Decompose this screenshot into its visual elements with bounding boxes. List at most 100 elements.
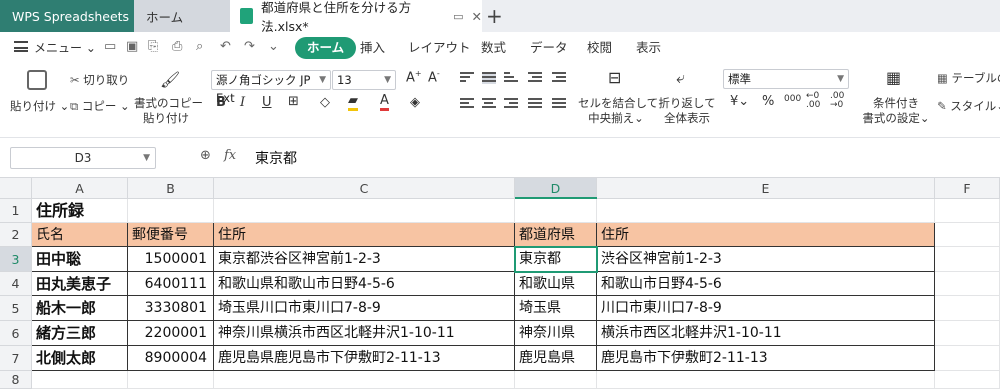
- table-cell[interactable]: 鹿児島県鹿児島市下伊敷町2-11-13: [214, 346, 515, 371]
- column-header-a[interactable]: A: [32, 178, 128, 199]
- copy-button[interactable]: ⧉ コピー ⌄: [70, 98, 130, 114]
- conditional-format-icon[interactable]: ▦: [886, 68, 901, 87]
- menu-button[interactable]: メニュー ⌄: [34, 39, 96, 56]
- tab-formulas[interactable]: 数式: [481, 37, 506, 59]
- italic-button[interactable]: I: [240, 95, 245, 110]
- paste-button[interactable]: 貼り付け ⌄: [10, 98, 69, 114]
- header-cell[interactable]: 都道府県: [515, 223, 597, 247]
- column-header-d[interactable]: D: [515, 178, 597, 199]
- table-cell[interactable]: 6400111: [128, 272, 214, 296]
- empty-cell[interactable]: [935, 371, 1000, 389]
- increase-decimal-icon[interactable]: ←0.00: [806, 92, 820, 110]
- percent-button[interactable]: %: [762, 94, 774, 109]
- decrease-font-icon[interactable]: A-: [428, 69, 440, 85]
- row-header-6[interactable]: 6: [0, 321, 32, 346]
- bold-button[interactable]: B: [216, 95, 226, 110]
- more-chevron-icon[interactable]: ⌄: [268, 39, 279, 54]
- table-cell[interactable]: 3330801: [128, 296, 214, 321]
- align-center-icon[interactable]: [482, 98, 496, 110]
- sheet-title-cell[interactable]: 住所録: [32, 199, 128, 223]
- merge-center-button[interactable]: セルを結合して 中央揃え⌄: [578, 96, 658, 126]
- empty-cell[interactable]: [597, 199, 935, 223]
- highlight-icon[interactable]: ▰: [348, 94, 358, 111]
- column-header-b[interactable]: B: [128, 178, 214, 199]
- table-cell[interactable]: 埼玉県: [515, 296, 597, 321]
- new-tab-plus-icon[interactable]: +: [486, 4, 503, 28]
- empty-cell[interactable]: [935, 223, 1000, 247]
- underline-button[interactable]: U: [262, 95, 272, 110]
- empty-cell[interactable]: [935, 247, 1000, 272]
- empty-cell[interactable]: [935, 346, 1000, 371]
- increase-font-icon[interactable]: A+: [406, 69, 422, 85]
- align-middle-icon[interactable]: [482, 72, 496, 84]
- empty-cell[interactable]: [515, 199, 597, 223]
- font-size-select[interactable]: 13 ▼: [332, 70, 396, 90]
- format-painter-button[interactable]: 書式のコピー 貼り付け: [134, 96, 203, 126]
- font-name-select[interactable]: 源ノ角ゴシック JP Ext ▼: [211, 70, 331, 105]
- align-left-icon[interactable]: [460, 98, 474, 110]
- tab-view[interactable]: 表示: [636, 37, 661, 59]
- tab-data[interactable]: データ: [530, 37, 568, 59]
- name-cell[interactable]: 緒方三郎: [32, 321, 128, 346]
- table-cell[interactable]: 鹿児島市下伊敷町2-11-13: [597, 346, 935, 371]
- table-cell[interactable]: 和歌山県和歌山市日野4-5-6: [214, 272, 515, 296]
- close-tab-icon[interactable]: ✕: [472, 9, 482, 24]
- column-header-e[interactable]: E: [597, 178, 935, 199]
- empty-cell[interactable]: [935, 272, 1000, 296]
- row-header-1[interactable]: 1: [0, 199, 32, 223]
- row-header-4[interactable]: 4: [0, 272, 32, 296]
- format-painter-icon[interactable]: 🖌: [160, 70, 180, 89]
- empty-cell[interactable]: [935, 321, 1000, 346]
- cut-button[interactable]: ✂ 切り取り: [70, 72, 129, 88]
- print-icon[interactable]: ⎙: [172, 39, 182, 54]
- formula-input[interactable]: 東京都: [255, 148, 297, 168]
- undo-icon[interactable]: ↶: [220, 39, 231, 54]
- name-cell[interactable]: 船木一郎: [32, 296, 128, 321]
- tab-wps-spreadsheets[interactable]: WPS Spreadsheets: [0, 0, 134, 32]
- name-cell[interactable]: 田丸美恵子: [32, 272, 128, 296]
- merge-cells-icon[interactable]: ⊟: [608, 68, 621, 87]
- tab-insert[interactable]: 挿入: [360, 37, 385, 59]
- table-cell[interactable]: 神奈川県横浜市西区北軽井沢1-10-11: [214, 321, 515, 346]
- header-cell[interactable]: 住所: [214, 223, 515, 247]
- hamburger-menu-icon[interactable]: [14, 41, 28, 52]
- wrap-text-button[interactable]: 折り返して 全体表示: [654, 96, 720, 126]
- row-header-3[interactable]: 3: [0, 247, 32, 272]
- export-icon[interactable]: ⎘: [148, 39, 158, 54]
- table-cell[interactable]: 8900004: [128, 346, 214, 371]
- row-header-7[interactable]: 7: [0, 346, 32, 371]
- redo-icon[interactable]: ↷: [244, 39, 255, 54]
- empty-cell[interactable]: [214, 371, 515, 389]
- column-header-f[interactable]: F: [935, 178, 1000, 199]
- table-cell[interactable]: 川口市東川口7-8-9: [597, 296, 935, 321]
- header-cell[interactable]: 郵便番号: [128, 223, 214, 247]
- decrease-decimal-icon[interactable]: .00 →0: [830, 92, 844, 110]
- column-header-c[interactable]: C: [214, 178, 515, 199]
- name-box[interactable]: D3 ▼: [10, 147, 156, 169]
- spreadsheet-grid[interactable]: A B C D E F 1 2 3 4 5 6 7 8 住所録 氏名 郵便番号 住所 都道府県 住所 田中聡 150000…: [0, 178, 1000, 389]
- table-cell[interactable]: 和歌山県: [515, 272, 597, 296]
- tab-review[interactable]: 校閲: [587, 37, 612, 59]
- name-cell[interactable]: 田中聡: [32, 247, 128, 272]
- number-format-select[interactable]: 標準 ▼: [723, 69, 849, 89]
- empty-cell[interactable]: [32, 371, 128, 389]
- border-icon[interactable]: ⊞: [288, 94, 299, 109]
- tab-document[interactable]: 都道府県と住所を分ける方法.xlsx* ▭ ✕: [230, 0, 482, 34]
- empty-cell[interactable]: [597, 371, 935, 389]
- clear-format-icon[interactable]: ◈: [410, 95, 420, 110]
- row-header-2[interactable]: 2: [0, 223, 32, 247]
- conditional-format-button[interactable]: 条件付き 書式の設定⌄: [860, 96, 932, 126]
- empty-cell[interactable]: [214, 199, 515, 223]
- table-cell[interactable]: 横浜市西区北軽井沢1-10-11: [597, 321, 935, 346]
- tab-home[interactable]: ホーム: [134, 0, 230, 32]
- currency-button[interactable]: ¥⌄: [730, 94, 749, 109]
- align-right-icon[interactable]: [504, 98, 518, 110]
- align-bottom-icon[interactable]: [504, 72, 518, 84]
- table-cell[interactable]: 東京都: [515, 247, 597, 272]
- align-top-icon[interactable]: [460, 72, 474, 84]
- function-button[interactable]: fx: [224, 148, 236, 163]
- paste-icon[interactable]: [27, 70, 47, 90]
- tab-layout[interactable]: レイアウト: [408, 37, 471, 59]
- font-color-icon[interactable]: A: [380, 94, 389, 111]
- thousands-icon[interactable]: 000: [784, 94, 801, 104]
